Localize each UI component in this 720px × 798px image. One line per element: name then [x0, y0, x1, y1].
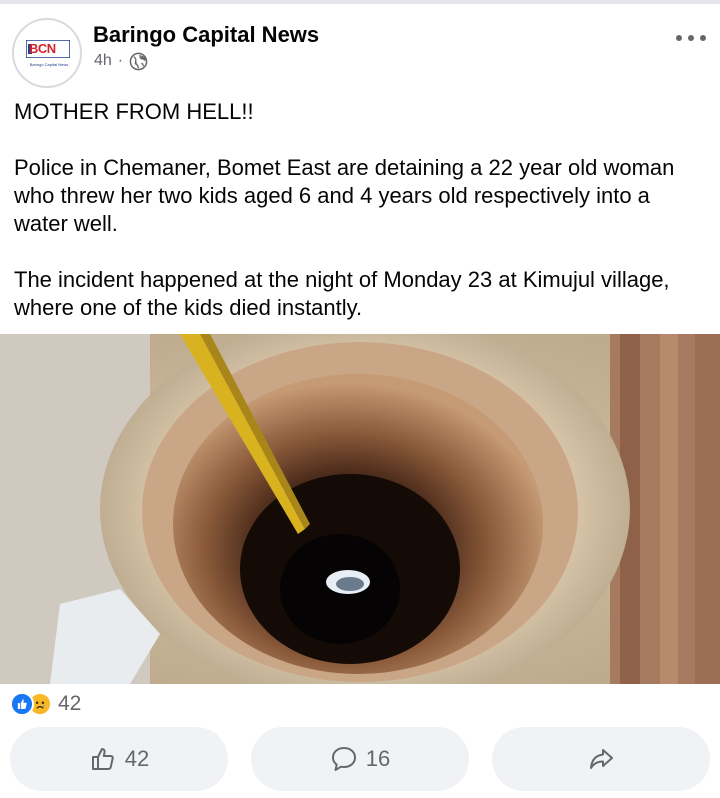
page-name[interactable]: Baringo Capital News — [93, 22, 319, 48]
post-meta: 4h · — [94, 51, 148, 71]
like-button[interactable]: 42 — [10, 727, 228, 791]
comment-button[interactable]: 16 — [251, 727, 469, 791]
dot-icon — [676, 35, 682, 41]
logo-text: BCN — [29, 41, 56, 56]
thumbs-up-icon — [91, 748, 114, 770]
post-text: MOTHER FROM HELL!! Police in Chemaner, B… — [14, 98, 704, 322]
like-count: 42 — [124, 746, 150, 771]
logo-subtitle: Baringo Capital News — [29, 62, 69, 67]
comment-count: 16 — [365, 746, 391, 771]
like-icon — [10, 692, 34, 716]
globe-icon — [129, 52, 148, 70]
more-options-button[interactable] — [676, 30, 706, 46]
well-photo-image — [0, 334, 720, 684]
post-headline: MOTHER FROM HELL!! — [14, 99, 254, 124]
post-paragraph: The incident happened at the night of Mo… — [14, 267, 670, 320]
post-paragraph: Police in Chemaner, Bomet East are detai… — [14, 155, 675, 236]
comment-icon — [331, 747, 356, 771]
page-avatar[interactable]: BCN Baringo Capital News — [12, 18, 82, 88]
post-photo[interactable] — [0, 334, 720, 684]
reactions-summary[interactable]: 42 — [10, 691, 81, 717]
top-divider — [0, 0, 720, 4]
share-button[interactable] — [492, 727, 710, 791]
reaction-count: 42 — [58, 692, 82, 715]
share-icon — [590, 749, 613, 769]
post-header: BCN Baringo Capital News Baringo Capital… — [0, 12, 720, 88]
meta-separator: · — [117, 52, 124, 69]
dot-icon — [688, 35, 694, 41]
dot-icon — [700, 35, 706, 41]
post-time[interactable]: 4h — [94, 52, 112, 70]
post-actions: 42 16 — [10, 727, 710, 791]
